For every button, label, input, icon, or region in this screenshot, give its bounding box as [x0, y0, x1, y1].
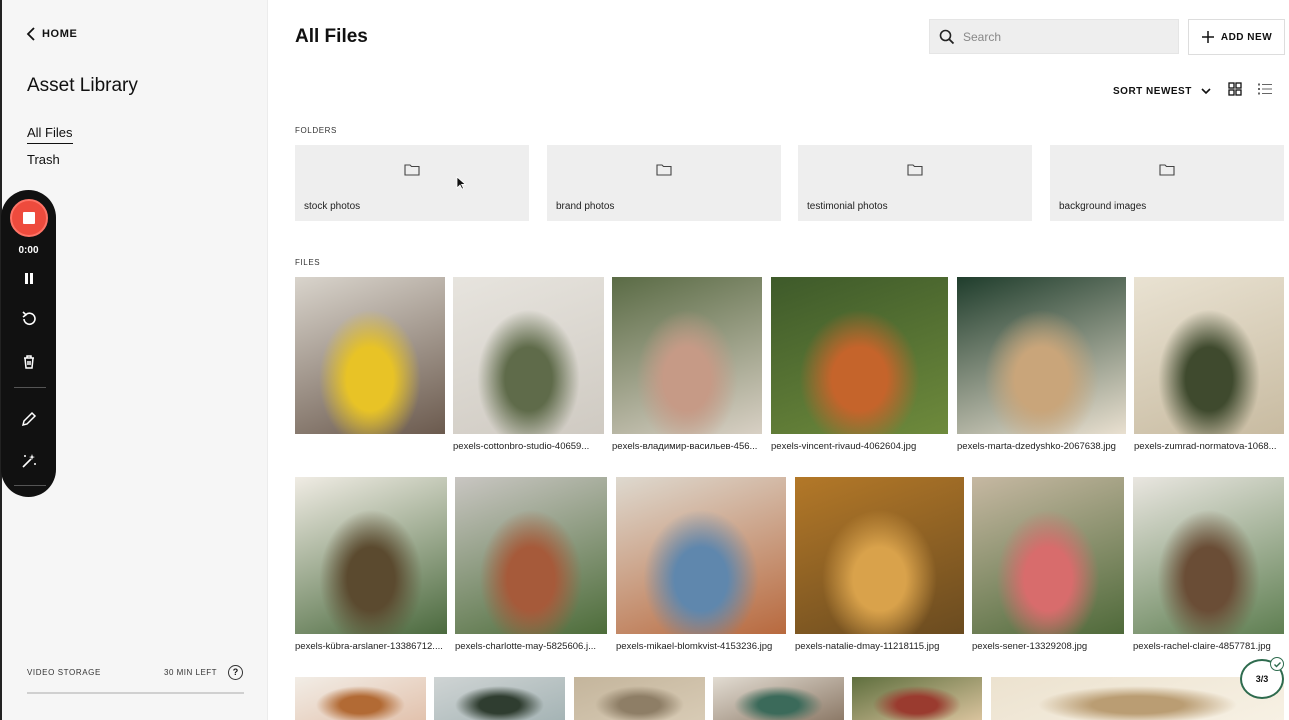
file-thumbnail — [1134, 277, 1284, 434]
search-input[interactable] — [963, 20, 1173, 53]
file-card[interactable] — [574, 677, 705, 720]
folder-card[interactable]: background images — [1050, 145, 1284, 221]
file-card[interactable]: pexels-sener-13329208.jpg — [972, 477, 1124, 657]
file-name: pexels-sener-13329208.jpg — [972, 641, 1088, 652]
file-thumbnail — [616, 477, 786, 634]
home-back-link[interactable]: HOME — [26, 27, 77, 41]
file-card[interactable]: pexels-cottonbro-studio-40659... — [453, 277, 604, 457]
file-card[interactable]: pexels-marta-dzedyshko-2067638.jpg — [957, 277, 1126, 457]
file-thumbnail — [453, 277, 604, 434]
file-card[interactable] — [295, 277, 445, 457]
file-card[interactable]: pexels-rachel-claire-4857781.jpg — [1133, 477, 1284, 657]
list-view-icon[interactable] — [1257, 82, 1273, 96]
file-card[interactable]: pexels-mikael-blomkvist-4153236.jpg — [616, 477, 786, 657]
grid-view-icon[interactable] — [1228, 82, 1242, 96]
file-thumbnail — [295, 477, 447, 634]
chevron-left-icon — [26, 27, 35, 41]
mouse-cursor-icon — [456, 176, 466, 190]
file-thumbnail — [713, 677, 844, 720]
search-icon — [939, 29, 955, 45]
file-card[interactable]: pexels-zumrad-normatova-1068... — [1134, 277, 1284, 457]
folder-icon — [1159, 164, 1175, 176]
recording-timer: 0:00 — [18, 245, 39, 256]
magic-wand-icon[interactable] — [20, 452, 38, 470]
file-name: pexels-vincent-rivaud-4062604.jpg — [771, 441, 917, 452]
file-name: pexels-zumrad-normatova-1068... — [1134, 441, 1277, 452]
chevron-down-icon — [1201, 88, 1211, 95]
check-icon — [1270, 657, 1284, 671]
file-name: pexels-marta-dzedyshko-2067638.jpg — [957, 441, 1116, 452]
video-storage-label: VIDEO STORAGE — [27, 668, 101, 677]
sidebar-item-trash[interactable]: Trash — [27, 152, 60, 167]
file-card[interactable] — [852, 677, 982, 720]
storage-progress-bar — [27, 692, 244, 694]
file-thumbnail — [455, 477, 607, 634]
search-box[interactable] — [929, 19, 1179, 54]
folder-card[interactable]: brand photos — [547, 145, 781, 221]
folders-section-label: FOLDERS — [295, 126, 337, 135]
add-new-button[interactable]: ADD NEW — [1188, 19, 1285, 55]
home-label: HOME — [42, 28, 78, 40]
file-name: pexels-charlotte-may-5825606.j... — [455, 641, 596, 652]
file-thumbnail — [1133, 477, 1284, 634]
file-card[interactable]: pexels-natalie-dmay-11218115.jpg — [795, 477, 964, 657]
folder-name: testimonial photos — [807, 201, 888, 212]
file-thumbnail — [295, 677, 426, 720]
stop-recording-button[interactable] — [10, 199, 48, 237]
file-card[interactable] — [295, 677, 426, 720]
file-card[interactable] — [434, 677, 565, 720]
main-content: All Files ADD NEW SORT NEWEST FOLDERS st… — [269, 0, 1289, 720]
page-title: All Files — [295, 26, 368, 47]
pencil-icon[interactable] — [20, 410, 38, 428]
toolbar-divider — [14, 387, 46, 388]
folder-name: stock photos — [304, 201, 361, 212]
help-icon[interactable]: ? — [228, 665, 243, 680]
file-card[interactable] — [713, 677, 844, 720]
folder-icon — [404, 164, 420, 176]
asset-library-app: HOME Asset Library All Files Trash VIDEO… — [0, 0, 1289, 720]
file-name: pexels-natalie-dmay-11218115.jpg — [795, 641, 940, 652]
folder-name: brand photos — [556, 201, 615, 212]
toolbar-divider — [14, 485, 46, 486]
file-thumbnail — [434, 677, 565, 720]
folder-icon — [656, 164, 672, 176]
file-thumbnail — [957, 277, 1126, 434]
sort-dropdown[interactable]: SORT NEWEST — [1113, 85, 1212, 97]
file-thumbnail — [795, 477, 964, 634]
file-card[interactable]: pexels-владимир-васильев-456... — [612, 277, 762, 457]
sidebar-title: Asset Library — [27, 75, 138, 96]
file-thumbnail — [972, 477, 1124, 634]
file-name: pexels-kübra-arslaner-13386712.... — [295, 641, 443, 652]
file-name: pexels-rachel-claire-4857781.jpg — [1133, 641, 1271, 652]
storage-remaining: 30 MIN LEFT — [164, 668, 218, 677]
file-name: pexels-cottonbro-studio-40659... — [453, 441, 590, 452]
file-thumbnail — [771, 277, 948, 434]
restart-icon[interactable] — [20, 310, 38, 328]
file-thumbnail — [612, 277, 762, 434]
sort-label: SORT NEWEST — [1113, 85, 1192, 97]
file-card[interactable]: pexels-kübra-arslaner-13386712.... — [295, 477, 447, 657]
files-section-label: FILES — [295, 258, 321, 267]
folder-card[interactable]: testimonial photos — [798, 145, 1032, 221]
screen-recorder-toolbar: 0:00 — [1, 190, 56, 497]
plus-icon — [1201, 31, 1214, 43]
file-thumbnail — [852, 677, 982, 720]
pause-icon[interactable] — [20, 270, 38, 288]
file-card[interactable]: pexels-vincent-rivaud-4062604.jpg — [771, 277, 948, 457]
file-name: pexels-mikael-blomkvist-4153236.jpg — [616, 641, 773, 652]
file-thumbnail — [295, 277, 445, 434]
trash-icon[interactable] — [20, 353, 38, 371]
folder-icon — [907, 164, 923, 176]
file-name: pexels-владимир-васильев-456... — [612, 441, 758, 452]
folder-name: background images — [1059, 201, 1147, 212]
file-thumbnail — [574, 677, 705, 720]
file-card[interactable]: pexels-charlotte-may-5825606.j... — [455, 477, 607, 657]
sidebar-item-all-files[interactable]: All Files — [27, 125, 73, 144]
add-new-label: ADD NEW — [1220, 31, 1273, 43]
folder-card[interactable]: stock photos — [295, 145, 529, 221]
